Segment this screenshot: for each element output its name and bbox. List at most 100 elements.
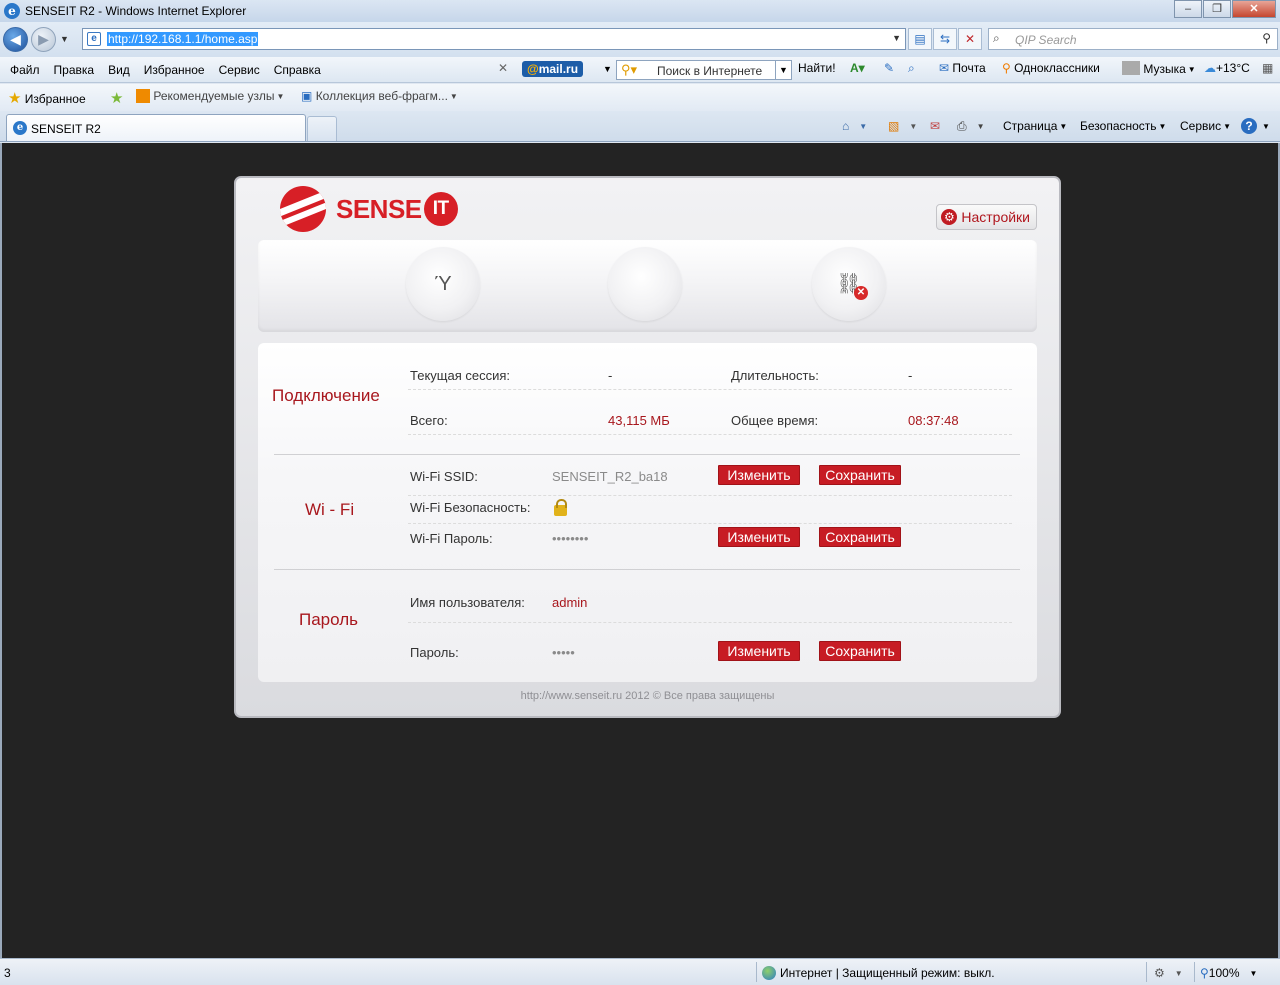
wifi-ssid-save-button[interactable]: Сохранить (819, 465, 901, 485)
forward-button[interactable]: ▶ (31, 27, 56, 52)
lock-icon (554, 499, 567, 516)
security-zone[interactable]: Интернет | Защищенный режим: выкл. (762, 966, 995, 980)
row-separator (408, 389, 1012, 390)
menu-favorites[interactable]: Избранное (144, 63, 205, 77)
username-label: Имя пользователя: (410, 595, 525, 610)
font-size-icon[interactable]: A▾ (850, 61, 865, 75)
zoom-icon[interactable]: ⌕ (908, 61, 915, 76)
wifi-ssid-change-button[interactable]: Изменить (718, 465, 800, 485)
compatibility-view-icon[interactable]: ▤ (908, 28, 932, 50)
home-icon[interactable]: ⌂ ▼ (842, 119, 867, 133)
favorites-bar: ★ Избранное ★ Рекомендуемые узлы ▼ ▣ Колл… (0, 84, 1280, 111)
help-icon[interactable]: ? (1241, 118, 1257, 134)
logo-text: SENSE IT (336, 192, 458, 226)
toolbar-options-icon[interactable]: ▦ (1262, 61, 1273, 75)
search-provider-icon: ⌕ (993, 31, 1000, 45)
odnoklassniki-link[interactable]: ⚲ Одноклассники (1002, 61, 1100, 75)
menu-tools[interactable]: Сервис (219, 63, 260, 77)
menu-edit[interactable]: Правка (54, 63, 95, 77)
username-value: admin (552, 595, 588, 610)
globe-icon (762, 966, 776, 980)
help-dropdown-icon[interactable]: ▼ (1260, 119, 1270, 133)
wifi-title: Wi - Fi (305, 500, 355, 519)
window-controls: – ❐ ✕ (1173, 0, 1276, 18)
status-separator (1194, 962, 1195, 982)
history-dropdown-icon[interactable]: ▼ (60, 34, 69, 44)
menu-help[interactable]: Справка (274, 63, 321, 77)
protected-mode-icon[interactable]: ⚙ ▼ (1154, 966, 1183, 980)
mailru-logo[interactable]: @mail.ru (522, 61, 584, 77)
password-change-button[interactable]: Изменить (718, 641, 800, 661)
refresh-icon[interactable]: ⇆ (933, 28, 957, 50)
feeds-icon[interactable]: ▧ ▼ (888, 119, 917, 133)
status-bar: 3 Интернет | Защищенный режим: выкл. ⚙ ▼ … (0, 958, 1280, 985)
total-time-label: Общее время: (731, 413, 819, 428)
zoom-magnifier-icon: ⚲ (1200, 966, 1209, 980)
section-divider (274, 454, 1020, 455)
tab-senseit[interactable]: e SENSEIT R2 (6, 114, 306, 141)
toolbar-search-dropdown-icon[interactable]: ▼ (775, 61, 791, 79)
current-session-label: Текущая сессия: (410, 368, 510, 383)
search-box[interactable]: ⌕ QIP Search ⚲ (988, 28, 1278, 50)
search-engine-icon: ⚲▾ (621, 62, 638, 77)
password-label: Пароль: (410, 645, 459, 660)
music-link[interactable]: Музыка ▼ (1122, 61, 1196, 76)
settings-button[interactable]: ⚙ Настройки (936, 204, 1037, 230)
read-mail-icon[interactable]: ✉ (930, 119, 940, 133)
status-separator (756, 962, 757, 982)
tools-menu[interactable]: Сервис ▼ (1180, 119, 1231, 133)
minimize-button[interactable]: – (1174, 0, 1202, 18)
password-save-button[interactable]: Сохранить (819, 641, 901, 661)
close-window-button[interactable]: ✕ (1232, 0, 1276, 18)
mailru-dropdown-icon[interactable]: ▼ (603, 64, 612, 74)
connection-status-orb: ⛓ ✕ (812, 247, 886, 321)
page-menu[interactable]: Страница ▼ (1003, 119, 1067, 133)
web-slice-gallery-link[interactable]: ▣ Коллекция веб-фрагм... ▼ (301, 89, 458, 103)
wifi-password-label: Wi-Fi Пароль: (410, 531, 493, 546)
odnoklassniki-icon: ⚲ (1002, 61, 1011, 75)
wifi-password-save-button[interactable]: Сохранить (819, 527, 901, 547)
back-button[interactable]: ◀ (3, 27, 28, 52)
safety-menu[interactable]: Безопасность ▼ (1080, 119, 1166, 133)
music-icon (1122, 61, 1140, 75)
stop-icon[interactable]: ✕ (958, 28, 982, 50)
search-icon[interactable]: ⚲ (1262, 31, 1271, 45)
wifi-security-label: Wi-Fi Безопасность: (410, 500, 531, 515)
total-label: Всего: (410, 413, 448, 428)
disconnected-badge-icon: ✕ (854, 286, 868, 300)
current-session-value: - (608, 368, 613, 383)
print-icon[interactable]: ⎙ ▼ (957, 119, 985, 134)
new-tab-button[interactable] (307, 116, 337, 141)
mail-link[interactable]: ✉ Почта (939, 61, 986, 75)
weather-widget[interactable]: ☁+13°C (1204, 61, 1250, 75)
menu-toolbar-row: Файл Правка Вид Избранное Сервис Справка… (0, 57, 1280, 83)
address-row: ◀ ▶ ▼ e http://192.168.1.1/home.asp ▼ ▤ … (0, 22, 1280, 57)
suggested-sites-link[interactable]: Рекомендуемые узлы ▼ (136, 89, 284, 103)
gear-icon: ⚙ (941, 209, 958, 225)
wifi-password-change-button[interactable]: Изменить (718, 527, 800, 547)
wifi-ssid-label: Wi-Fi SSID: (410, 469, 478, 484)
address-dropdown-icon[interactable]: ▼ (892, 33, 901, 43)
address-bar[interactable]: e http://192.168.1.1/home.asp ▼ (82, 28, 906, 50)
ie-logo-icon: e (4, 3, 20, 19)
zoom-level[interactable]: ⚲100% ▼ (1200, 966, 1257, 980)
weather-icon: ☁ (1204, 61, 1216, 75)
status-text: 3 (4, 966, 11, 980)
menu-view[interactable]: Вид (108, 63, 130, 77)
toolbar-close-icon[interactable]: ✕ (498, 61, 508, 75)
find-button[interactable]: Найти! (798, 61, 836, 75)
url-text[interactable]: http://192.168.1.1/home.asp (107, 32, 259, 46)
web-slice-icon: ▣ (301, 89, 313, 103)
menu-file[interactable]: Файл (10, 63, 40, 77)
add-favorites-icon[interactable]: ★ (110, 89, 123, 107)
tab-ie-icon: e (13, 121, 27, 135)
status-separator (1146, 962, 1147, 982)
favorites-button[interactable]: ★ Избранное (8, 89, 86, 107)
network-status-orb (608, 247, 682, 321)
row-separator (408, 622, 1012, 623)
antenna-icon: Ύ (434, 273, 452, 295)
highlight-icon[interactable]: ✎ (884, 61, 894, 75)
toolbar-search-box[interactable]: ⚲▾ Поиск в Интернете ▼ (616, 60, 792, 80)
maximize-button[interactable]: ❐ (1203, 0, 1231, 18)
section-divider (274, 569, 1020, 570)
